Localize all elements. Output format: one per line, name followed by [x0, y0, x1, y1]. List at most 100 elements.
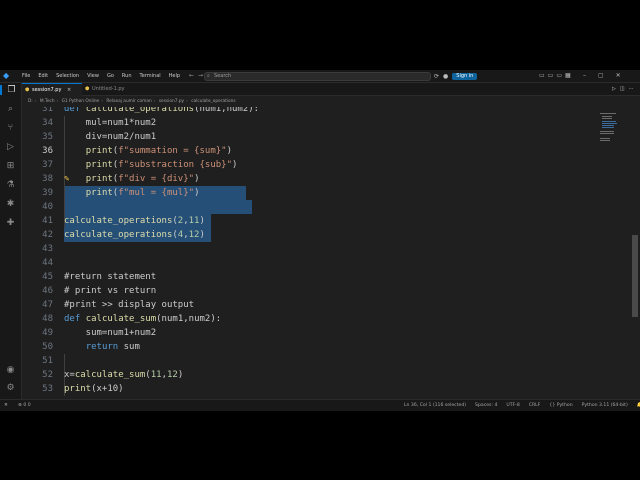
source-control-icon[interactable]: ⑂: [0, 123, 21, 133]
indentation[interactable]: Spaces: 4: [475, 400, 497, 411]
line-number: 35: [42, 132, 53, 142]
line-number: 47: [42, 300, 53, 310]
status-bar: ✕ ⊗ 0 0 Ln 36, Col 1 (116 selected) Spac…: [0, 399, 640, 411]
line-number: 37: [42, 160, 53, 170]
line-number: 50: [42, 342, 53, 352]
close-window-icon[interactable]: ✕: [616, 70, 621, 82]
menu-selection[interactable]: Selection: [52, 70, 83, 82]
code-line: sum=num1+num2: [64, 328, 157, 338]
gear-settings-icon[interactable]: ✱: [0, 199, 21, 209]
menu-view[interactable]: View: [83, 70, 103, 82]
menu-bar: File Edit Selection View Go Run Terminal…: [18, 70, 184, 82]
error-icon: ⊗: [18, 403, 22, 408]
layout-controls: ▭▭▭▦: [539, 70, 574, 82]
code-line: return sum: [85, 342, 140, 352]
manage-gear-icon[interactable]: ⚙: [0, 383, 21, 393]
account-icon[interactable]: ◉: [0, 365, 21, 375]
vscode-window: ◆ File Edit Selection View Go Run Termin…: [0, 70, 640, 411]
tab-actions: ▷◫⋯: [612, 83, 638, 95]
close-icon[interactable]: ×: [67, 87, 71, 93]
code-line: div=num2/num1: [64, 132, 157, 142]
code-line: print(f"div = {div}"): [85, 174, 200, 184]
title-bar: ◆ File Edit Selection View Go Run Termin…: [0, 70, 640, 83]
code-line: #print >> display output: [64, 300, 195, 310]
code-line: def calculate_sum(num1,num2):: [64, 314, 222, 324]
code-line: print(f"mul = {mul}"): [85, 188, 200, 198]
layout-sidebar-icon[interactable]: ▭: [539, 72, 548, 79]
python-interpreter[interactable]: Python 3.11 (64-bit): [582, 400, 628, 411]
language-mode[interactable]: {} Python: [549, 400, 572, 411]
python-file-icon: ⬢: [25, 87, 30, 93]
testing-icon[interactable]: ⚗: [0, 180, 21, 190]
menu-run[interactable]: Run: [118, 70, 136, 82]
layout-secondary-icon[interactable]: ▭: [556, 72, 565, 79]
lightbulb-icon[interactable]: ✎: [64, 175, 70, 183]
line-number: 52: [42, 370, 53, 380]
menu-edit[interactable]: Edit: [34, 70, 52, 82]
code-line: x=calculate_sum(11,12): [64, 370, 184, 380]
activity-bar: ❐ ⌕ ⑂ ▷ ⊞ ⚗ ✱ ✚ ◉ ⚙: [0, 83, 22, 402]
python-file-icon: ⬢: [85, 86, 90, 92]
search-icon: ⌕: [207, 73, 210, 79]
problems-indicator[interactable]: ⊗ 0 0: [18, 400, 31, 411]
search-view-icon[interactable]: ⌕: [0, 104, 21, 114]
tab-label: session7.py: [32, 87, 62, 93]
explorer-icon[interactable]: ❐: [0, 85, 21, 95]
maximize-icon[interactable]: ▢: [598, 70, 604, 82]
line-number: 53: [42, 384, 53, 394]
tab-label: Untitled-1.py: [92, 86, 125, 92]
split-editor-icon[interactable]: ◫: [620, 86, 629, 92]
breadcrumb-item[interactable]: calculate_operations: [191, 99, 235, 104]
extensions-icon[interactable]: ⊞: [0, 161, 21, 171]
breadcrumb-item[interactable]: session7.py: [159, 99, 184, 104]
code-line: print(f"summation = {sum}"): [85, 146, 232, 156]
code-line: print(f"substraction {sub}"): [85, 160, 238, 170]
minimize-icon[interactable]: –: [583, 70, 586, 82]
menu-help[interactable]: Help: [165, 70, 184, 82]
more-actions-icon[interactable]: ⋯: [629, 86, 638, 92]
breadcrumb: D: › M.Tech › G1 Python Online › Relaxaj au…: [28, 99, 236, 104]
breadcrumb-item[interactable]: Relaxaj aumir coman: [106, 99, 151, 104]
run-file-icon[interactable]: ▷: [612, 86, 620, 92]
code-line: #return statement: [64, 272, 157, 282]
breadcrumb-item[interactable]: G1 Python Online: [62, 99, 100, 104]
sign-in-button[interactable]: Sign in: [452, 72, 478, 80]
menu-terminal[interactable]: Terminal: [136, 70, 165, 82]
problems-count: 0 0: [23, 403, 31, 408]
scrollbar-thumb[interactable]: [632, 235, 638, 317]
line-number: 31: [42, 107, 53, 114]
line-number: 42: [42, 230, 53, 240]
back-arrow-icon[interactable]: ←: [189, 72, 198, 79]
code-line: print(x+10): [64, 384, 124, 394]
code-line: calculate_operations(2,11): [64, 216, 205, 226]
editor-tabs: ⬢ session7.py × ⬢ Untitled-1.py ▷◫⋯: [22, 83, 640, 96]
line-number: 39: [42, 188, 53, 198]
python-icon[interactable]: ✚: [0, 218, 21, 228]
accounts-icon[interactable]: ●: [443, 73, 448, 80]
cursor-position[interactable]: Ln 36, Col 1 (116 selected): [404, 400, 466, 411]
code-editor[interactable]: 31 34 35 36 37 38 39 40 41 42 43 44 45 4…: [22, 107, 592, 397]
code-line: calculate_operations(4,12): [64, 230, 205, 240]
menu-go[interactable]: Go: [103, 70, 118, 82]
line-number: 46: [42, 286, 53, 296]
customize-layout-icon[interactable]: ▦: [565, 72, 574, 79]
vscode-logo-icon: ◆: [3, 71, 10, 80]
code-line: def calculate_operations(num1,num2):: [64, 107, 260, 114]
encoding[interactable]: UTF-8: [506, 400, 519, 411]
line-number: 51: [42, 356, 53, 366]
command-center-search[interactable]: ⌕ Search: [204, 72, 431, 81]
line-number-current: 36: [42, 146, 53, 156]
menu-file[interactable]: File: [18, 70, 34, 82]
copilot-icon[interactable]: ⟳: [434, 73, 439, 80]
run-debug-icon[interactable]: ▷: [0, 142, 21, 152]
tab-untitled[interactable]: ⬢ Untitled-1.py: [82, 83, 152, 95]
tab-session7[interactable]: ⬢ session7.py ×: [22, 83, 82, 96]
remote-icon[interactable]: ✕: [4, 400, 8, 411]
line-number: 48: [42, 314, 53, 324]
minimap[interactable]: [596, 107, 632, 397]
breadcrumb-item[interactable]: M.Tech: [40, 99, 55, 104]
code-line: mul=num1*num2: [64, 118, 157, 128]
title-bar-right: ⟳ ● Sign in: [434, 70, 478, 82]
line-number: 49: [42, 328, 53, 338]
end-of-line[interactable]: CRLF: [529, 400, 541, 411]
